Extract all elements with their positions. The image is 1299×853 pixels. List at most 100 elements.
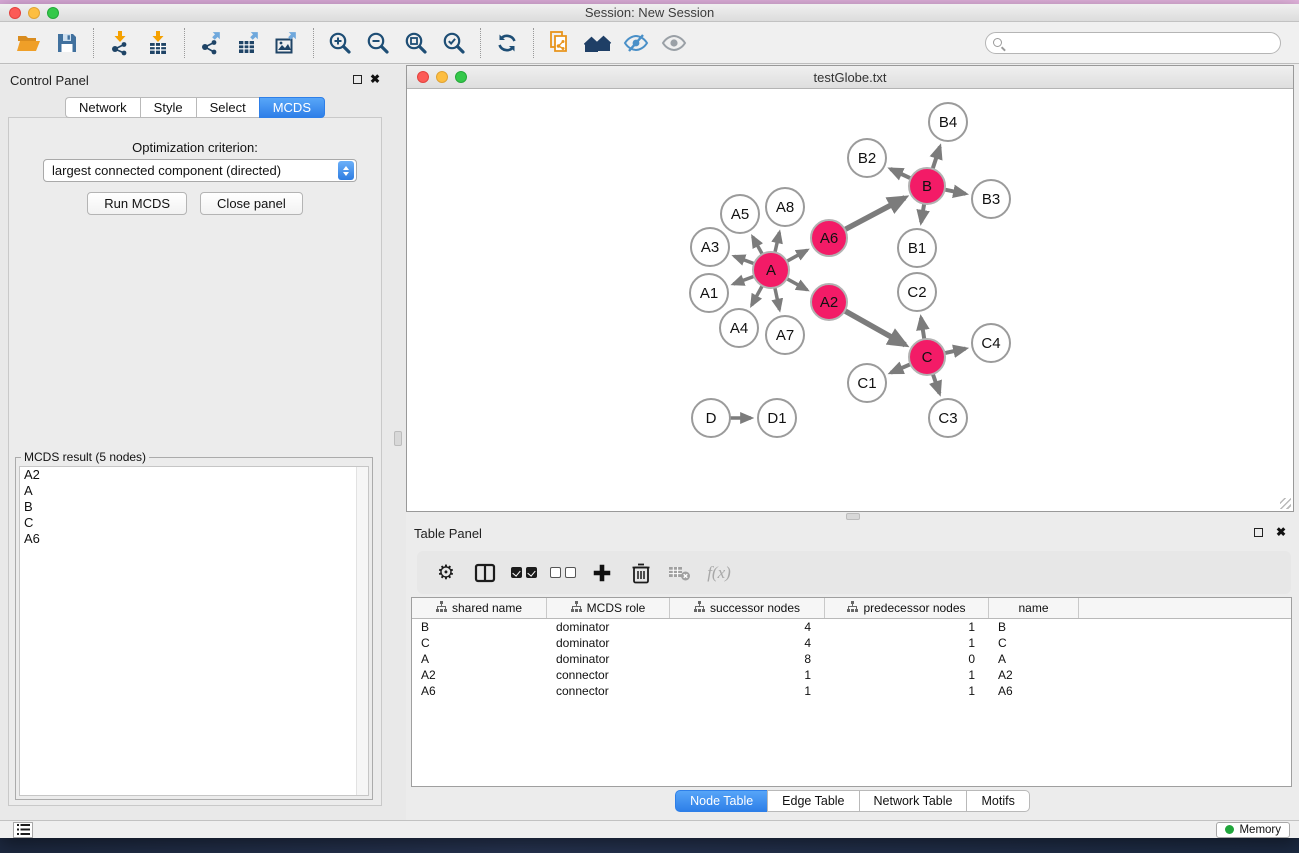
home-layout-button[interactable] xyxy=(579,26,617,60)
search-box[interactable] xyxy=(985,32,1281,54)
cell-predecessor-nodes[interactable]: 1 xyxy=(825,684,989,698)
edge-A-A2[interactable] xyxy=(785,278,807,290)
import-table-button[interactable] xyxy=(139,26,177,60)
show-all-button[interactable] xyxy=(655,26,693,60)
edge-A-A6[interactable] xyxy=(785,250,807,262)
cell-successor-nodes[interactable]: 4 xyxy=(670,636,825,650)
mcds-result-item[interactable]: A6 xyxy=(20,531,368,547)
node-table[interactable]: shared nameMCDS rolesuccessor nodesprede… xyxy=(411,597,1292,787)
deselect-all-button[interactable] xyxy=(548,558,578,588)
zoom-selected-button[interactable] xyxy=(435,26,473,60)
table-settings-button[interactable]: ⚙ xyxy=(431,558,461,588)
mcds-result-item[interactable]: B xyxy=(20,499,368,515)
add-column-button[interactable] xyxy=(587,558,617,588)
graph-node-A7[interactable]: A7 xyxy=(765,315,805,355)
zoom-out-button[interactable] xyxy=(359,26,397,60)
graph-node-A2[interactable]: A2 xyxy=(810,283,848,321)
edge-A2-C[interactable] xyxy=(843,310,905,345)
task-history-button[interactable] xyxy=(13,822,33,838)
cell-predecessor-nodes[interactable]: 0 xyxy=(825,652,989,666)
criterion-dropdown[interactable]: largest connected component (directed) xyxy=(43,159,357,182)
table-row[interactable]: Adominator80A xyxy=(412,651,1291,667)
cell-successor-nodes[interactable]: 4 xyxy=(670,620,825,634)
function-builder-button[interactable]: f(x) xyxy=(704,558,734,588)
graph-node-C3[interactable]: C3 xyxy=(928,398,968,438)
save-session-button[interactable] xyxy=(48,26,86,60)
graph-node-B[interactable]: B xyxy=(908,167,946,205)
column-header-successor-nodes[interactable]: successor nodes xyxy=(670,598,825,618)
horizontal-split-divider[interactable] xyxy=(406,512,1299,520)
network-canvas[interactable]: B4B2BB3A8A5A6A3B1AA1C2A2A4A7C4CC1C3DD1 xyxy=(407,89,1293,511)
tab-select[interactable]: Select xyxy=(196,97,259,118)
close-panel-icon[interactable]: ✖ xyxy=(370,72,380,86)
cell-shared-name[interactable]: C xyxy=(412,636,547,650)
graph-node-D[interactable]: D xyxy=(691,398,731,438)
tab-edge-table[interactable]: Edge Table xyxy=(767,790,858,812)
column-header-shared-name[interactable]: shared name xyxy=(412,598,547,618)
mcds-result-item[interactable]: C xyxy=(20,515,368,531)
split-divider-handle[interactable] xyxy=(394,431,402,446)
cell-predecessor-nodes[interactable]: 1 xyxy=(825,620,989,634)
tab-network[interactable]: Network xyxy=(65,97,140,118)
cell-mcds-role[interactable]: connector xyxy=(547,684,670,698)
graph-node-D1[interactable]: D1 xyxy=(757,398,797,438)
tab-node-table[interactable]: Node Table xyxy=(675,790,767,812)
cell-mcds-role[interactable]: dominator xyxy=(547,636,670,650)
close-panel-button[interactable]: Close panel xyxy=(200,192,303,215)
edge-A-A7[interactable] xyxy=(774,286,779,310)
column-header-name[interactable]: name xyxy=(989,598,1079,618)
tab-motifs[interactable]: Motifs xyxy=(966,790,1029,812)
graph-node-C[interactable]: C xyxy=(908,338,946,376)
edge-C-C4[interactable] xyxy=(943,349,966,354)
cell-shared-name[interactable]: A xyxy=(412,652,547,666)
tab-style[interactable]: Style xyxy=(140,97,196,118)
hide-selected-button[interactable] xyxy=(617,26,655,60)
cell-name[interactable]: A xyxy=(989,652,1079,666)
cell-successor-nodes[interactable]: 8 xyxy=(670,652,825,666)
cell-name[interactable]: C xyxy=(989,636,1079,650)
cell-predecessor-nodes[interactable]: 1 xyxy=(825,636,989,650)
memory-button[interactable]: Memory xyxy=(1216,822,1290,838)
export-table-button[interactable] xyxy=(230,26,268,60)
graph-node-A3[interactable]: A3 xyxy=(690,227,730,267)
delete-column-button[interactable] xyxy=(626,558,656,588)
delete-table-button[interactable] xyxy=(665,558,695,588)
table-row[interactable]: Cdominator41C xyxy=(412,635,1291,651)
graph-node-B3[interactable]: B3 xyxy=(971,179,1011,219)
graph-node-B4[interactable]: B4 xyxy=(928,102,968,142)
window-resize-grip[interactable] xyxy=(1280,498,1291,509)
edge-B-B3[interactable] xyxy=(943,189,966,194)
column-header-predecessor-nodes[interactable]: predecessor nodes xyxy=(825,598,989,618)
mcds-result-item[interactable]: A2 xyxy=(20,467,368,483)
cell-shared-name[interactable]: B xyxy=(412,620,547,634)
tab-mcds[interactable]: MCDS xyxy=(259,97,325,118)
search-input[interactable] xyxy=(1008,34,1280,52)
cell-name[interactable]: A6 xyxy=(989,684,1079,698)
export-image-button[interactable] xyxy=(268,26,306,60)
copy-network-view-button[interactable] xyxy=(541,26,579,60)
tab-network-table[interactable]: Network Table xyxy=(859,790,967,812)
table-row[interactable]: A2connector11A2 xyxy=(412,667,1291,683)
graph-node-C1[interactable]: C1 xyxy=(847,363,887,403)
zoom-fit-button[interactable] xyxy=(397,26,435,60)
refresh-button[interactable] xyxy=(488,26,526,60)
cell-predecessor-nodes[interactable]: 1 xyxy=(825,668,989,682)
column-header-mcds-role[interactable]: MCDS role xyxy=(547,598,670,618)
cell-shared-name[interactable]: A6 xyxy=(412,684,547,698)
float-panel-icon[interactable] xyxy=(353,75,362,84)
split-view-button[interactable] xyxy=(470,558,500,588)
mcds-list-scrollbar[interactable] xyxy=(356,467,368,795)
edge-A-A4[interactable] xyxy=(752,284,764,305)
table-row[interactable]: Bdominator41B xyxy=(412,619,1291,635)
edge-C-C3[interactable] xyxy=(932,372,939,393)
graph-node-A6[interactable]: A6 xyxy=(810,219,848,257)
cell-successor-nodes[interactable]: 1 xyxy=(670,684,825,698)
export-network-button[interactable] xyxy=(192,26,230,60)
cell-mcds-role[interactable]: connector xyxy=(547,668,670,682)
cell-mcds-role[interactable]: dominator xyxy=(547,620,670,634)
close-panel-icon[interactable]: ✖ xyxy=(1276,525,1286,539)
graph-node-A5[interactable]: A5 xyxy=(720,194,760,234)
graph-node-A4[interactable]: A4 xyxy=(719,308,759,348)
import-network-button[interactable] xyxy=(101,26,139,60)
graph-node-C2[interactable]: C2 xyxy=(897,272,937,312)
